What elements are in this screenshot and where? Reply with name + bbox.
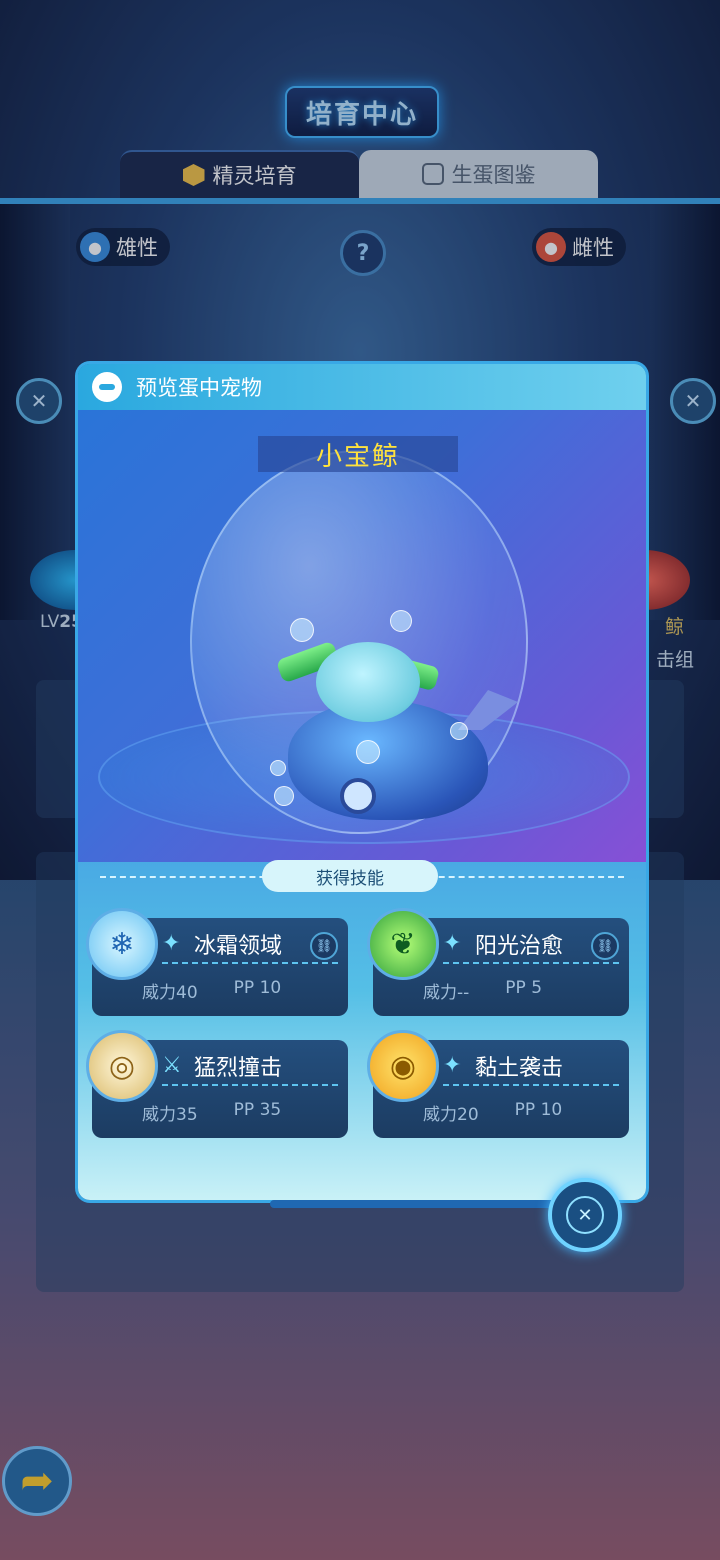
close-dialog-button[interactable]: ✕ (548, 1178, 622, 1252)
skill-stats: 威力40 PP 10 (142, 978, 282, 1003)
dialog-bottom-bar (270, 1200, 560, 1208)
sword-icon: ⚔ (162, 1053, 182, 1078)
bubble-decor (390, 610, 412, 632)
divider (443, 962, 619, 964)
skill-stats: 威力20 PP 10 (423, 1100, 563, 1125)
bubble-decor (274, 786, 294, 806)
skill-stats: 威力35 PP 35 (142, 1100, 282, 1125)
pet-whale-head (316, 642, 420, 722)
divider (162, 962, 338, 964)
sparkle-icon: ✦ (443, 1053, 462, 1078)
link-icon[interactable]: ⛓ (591, 932, 619, 960)
leaf-icon: ❦ (367, 908, 439, 980)
egg-preview-dialog: 预览蛋中宠物 小宝鲸 获得技能 ❄ ✦ 冰霜领域 ⛓ 威力40 PP 10 ❦ … (78, 364, 646, 1200)
skill-name: 冰霜领域 (194, 934, 283, 959)
skill-name: 猛烈撞击 (194, 1056, 283, 1081)
skill-card[interactable]: ◎ ⚔ 猛烈撞击 威力35 PP 35 (86, 1030, 348, 1138)
skill-stats: 威力-- PP 5 (423, 978, 543, 1003)
pet-name: 小宝鲸 (258, 436, 458, 472)
dialog-title: 预览蛋中宠物 (136, 376, 262, 400)
pet-whale-eye (340, 778, 376, 814)
bubble-decor (270, 760, 286, 776)
divider (443, 1084, 619, 1086)
dialog-header: 预览蛋中宠物 (78, 364, 646, 410)
bubble-decor (356, 740, 380, 764)
skill-card[interactable]: ◉ ✦ 黏土袭击 威力20 PP 10 (367, 1030, 629, 1138)
bubble-decor (290, 618, 314, 642)
skill-card[interactable]: ❦ ✦ 阳光治愈 ⛓ 威力-- PP 5 (367, 908, 629, 1016)
coin-icon: ◉ (367, 1030, 439, 1102)
shield-icon: ◎ (86, 1030, 158, 1102)
skill-name: 黏土袭击 (475, 1056, 564, 1081)
snowflake-icon: ❄ (86, 908, 158, 980)
sparkle-icon: ✦ (443, 931, 462, 956)
skill-name: 阳光治愈 (475, 934, 564, 959)
egg-icon (92, 372, 122, 402)
divider (162, 1084, 338, 1086)
skill-card[interactable]: ❄ ✦ 冰霜领域 ⛓ 威力40 PP 10 (86, 908, 348, 1016)
skills-heading: 获得技能 (262, 860, 438, 892)
link-icon[interactable]: ⛓ (310, 932, 338, 960)
bubble-decor (450, 722, 468, 740)
close-icon: ✕ (566, 1196, 604, 1234)
pet-preview-area: 小宝鲸 (78, 410, 646, 862)
sparkle-icon: ✦ (162, 931, 181, 956)
